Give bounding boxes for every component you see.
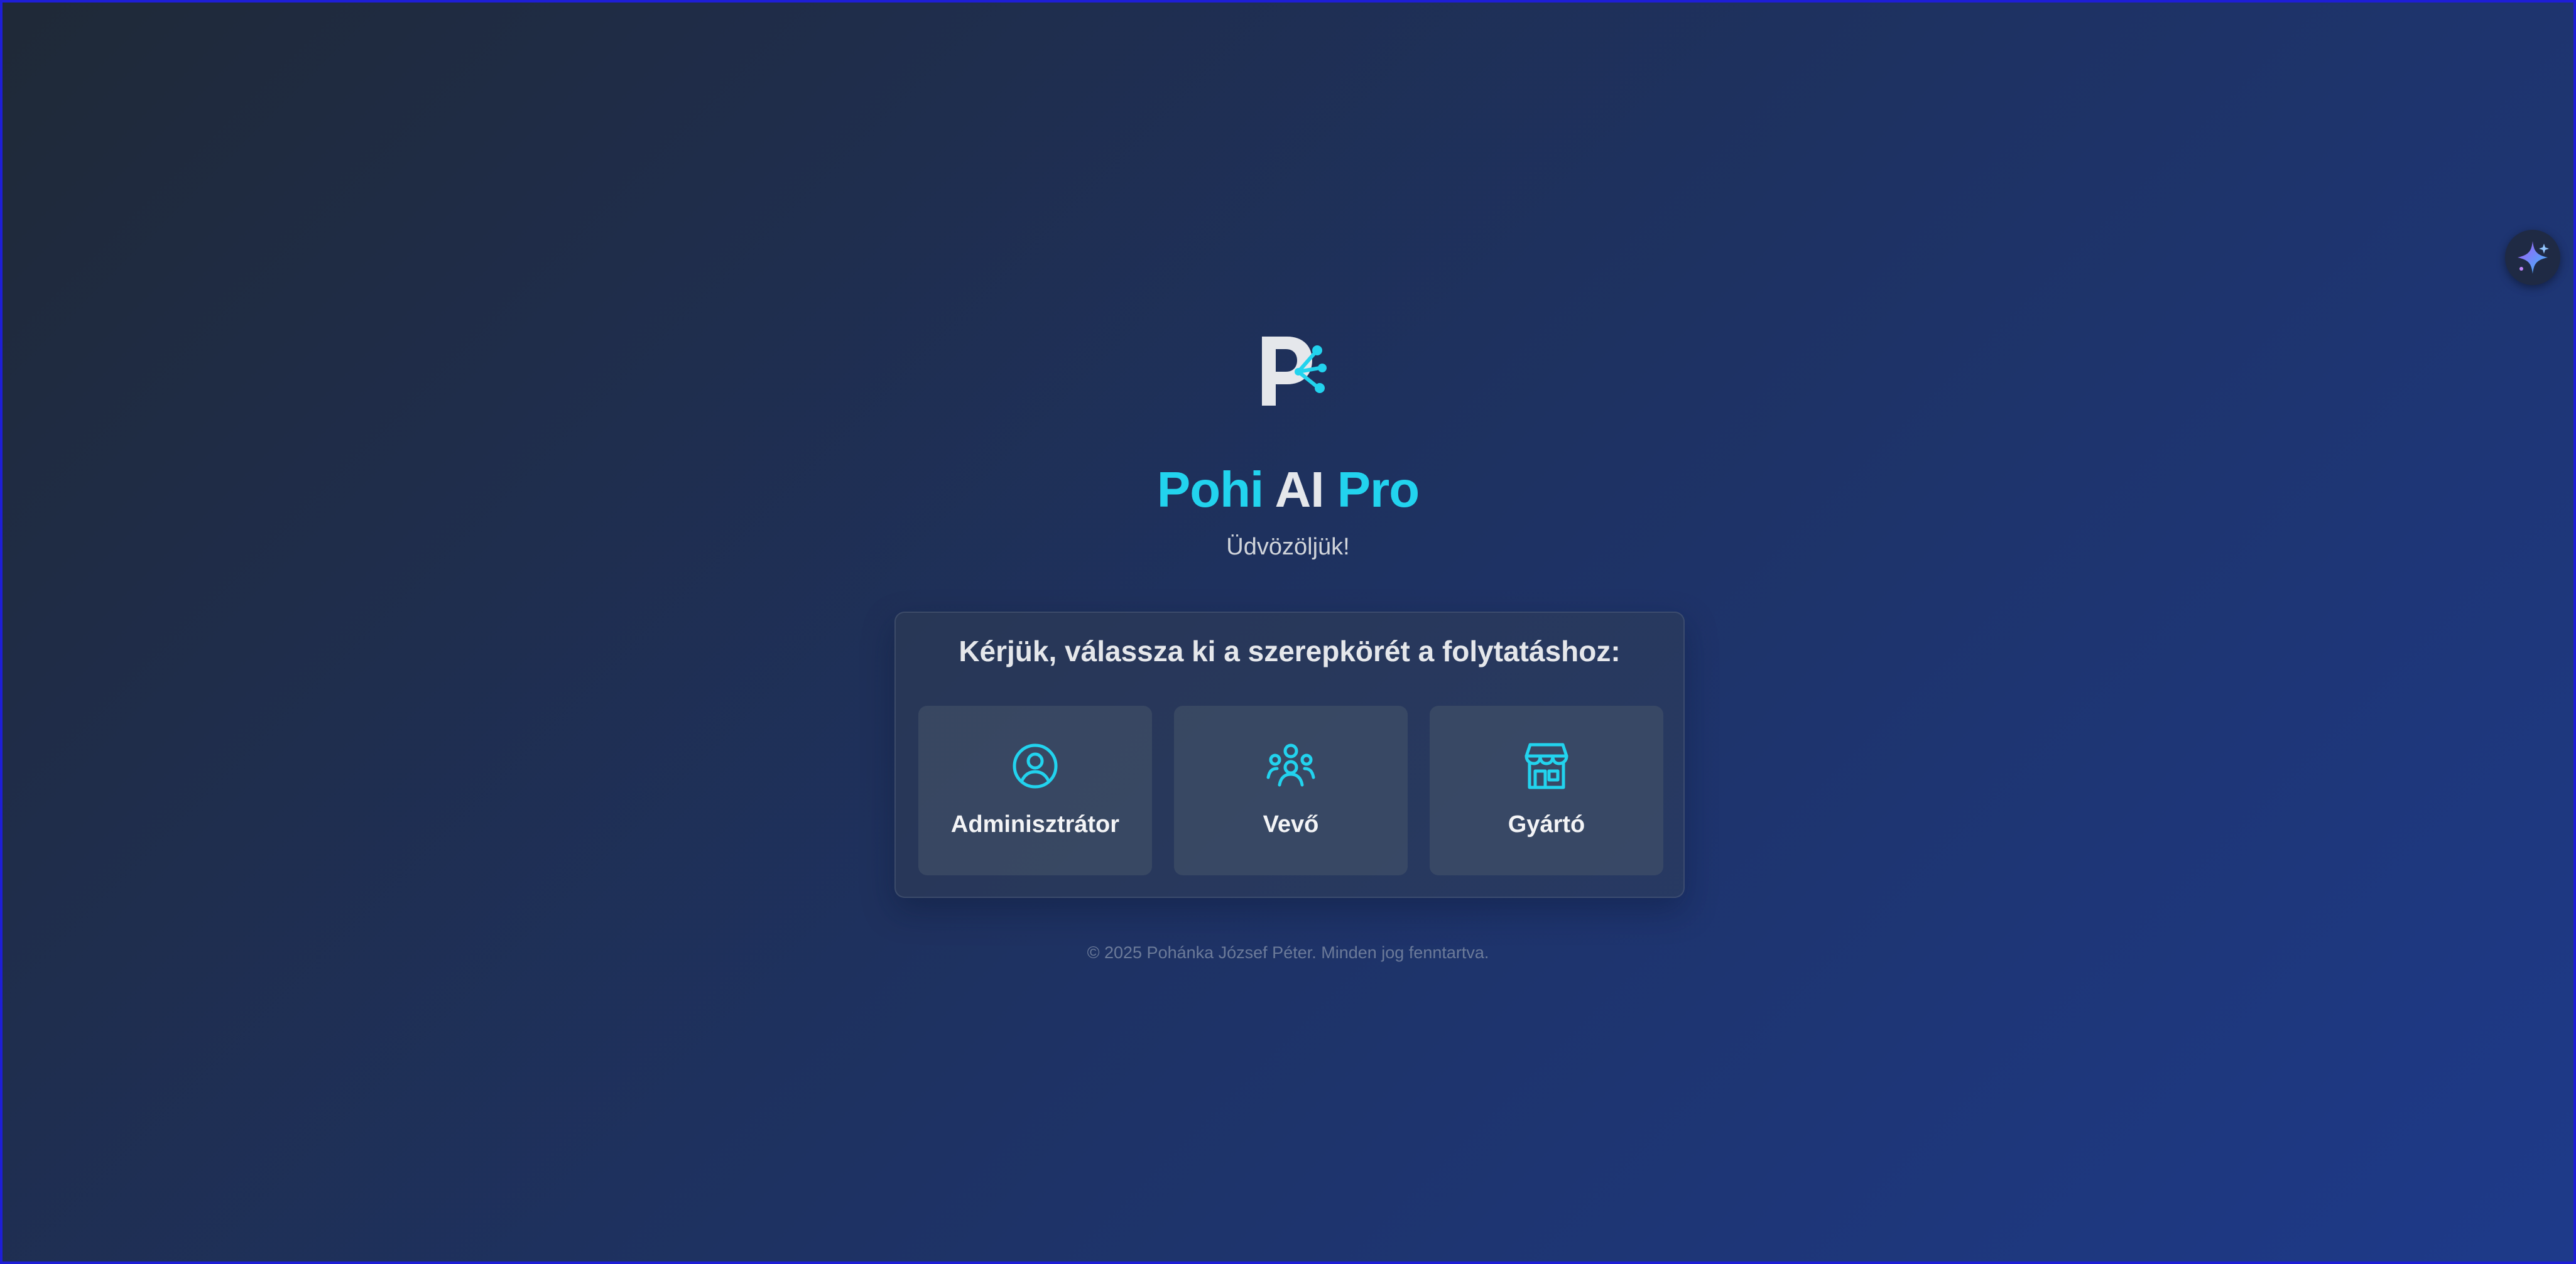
role-admin-label: Adminisztrátor (950, 811, 1120, 838)
app-title-part2: AI (1274, 462, 1325, 517)
sparkle-icon (2518, 241, 2549, 274)
app-title-part3: Pro (1337, 462, 1420, 517)
role-buyer-button[interactable]: Vevő (1174, 706, 1408, 875)
copyright-footer: © 2025 Pohánka József Péter. Minden jog … (1087, 943, 1489, 962)
welcome-subtitle: Üdvözöljük! (1226, 534, 1350, 560)
role-buyer-label: Vevő (1263, 811, 1319, 838)
app-title-part1: Pohi (1156, 462, 1264, 517)
logo-icon (1262, 337, 1327, 406)
role-selection-heading: Kérjük, válassza ki a szerepkörét a foly… (959, 635, 1621, 667)
app-title: Pohi AI Pro (0, 465, 2576, 515)
user-circle-icon (1013, 743, 1058, 789)
store-icon (1524, 743, 1568, 789)
role-selection-card: Kérjük, válassza ki a szerepkörét a foly… (894, 612, 1685, 898)
users-group-icon (1266, 743, 1315, 787)
role-manufacturer-button[interactable]: Gyártó (1430, 706, 1663, 875)
ai-assistant-button[interactable] (2505, 230, 2560, 285)
role-admin-button[interactable]: Adminisztrátor (918, 706, 1152, 875)
role-manufacturer-label: Gyártó (1508, 811, 1585, 838)
